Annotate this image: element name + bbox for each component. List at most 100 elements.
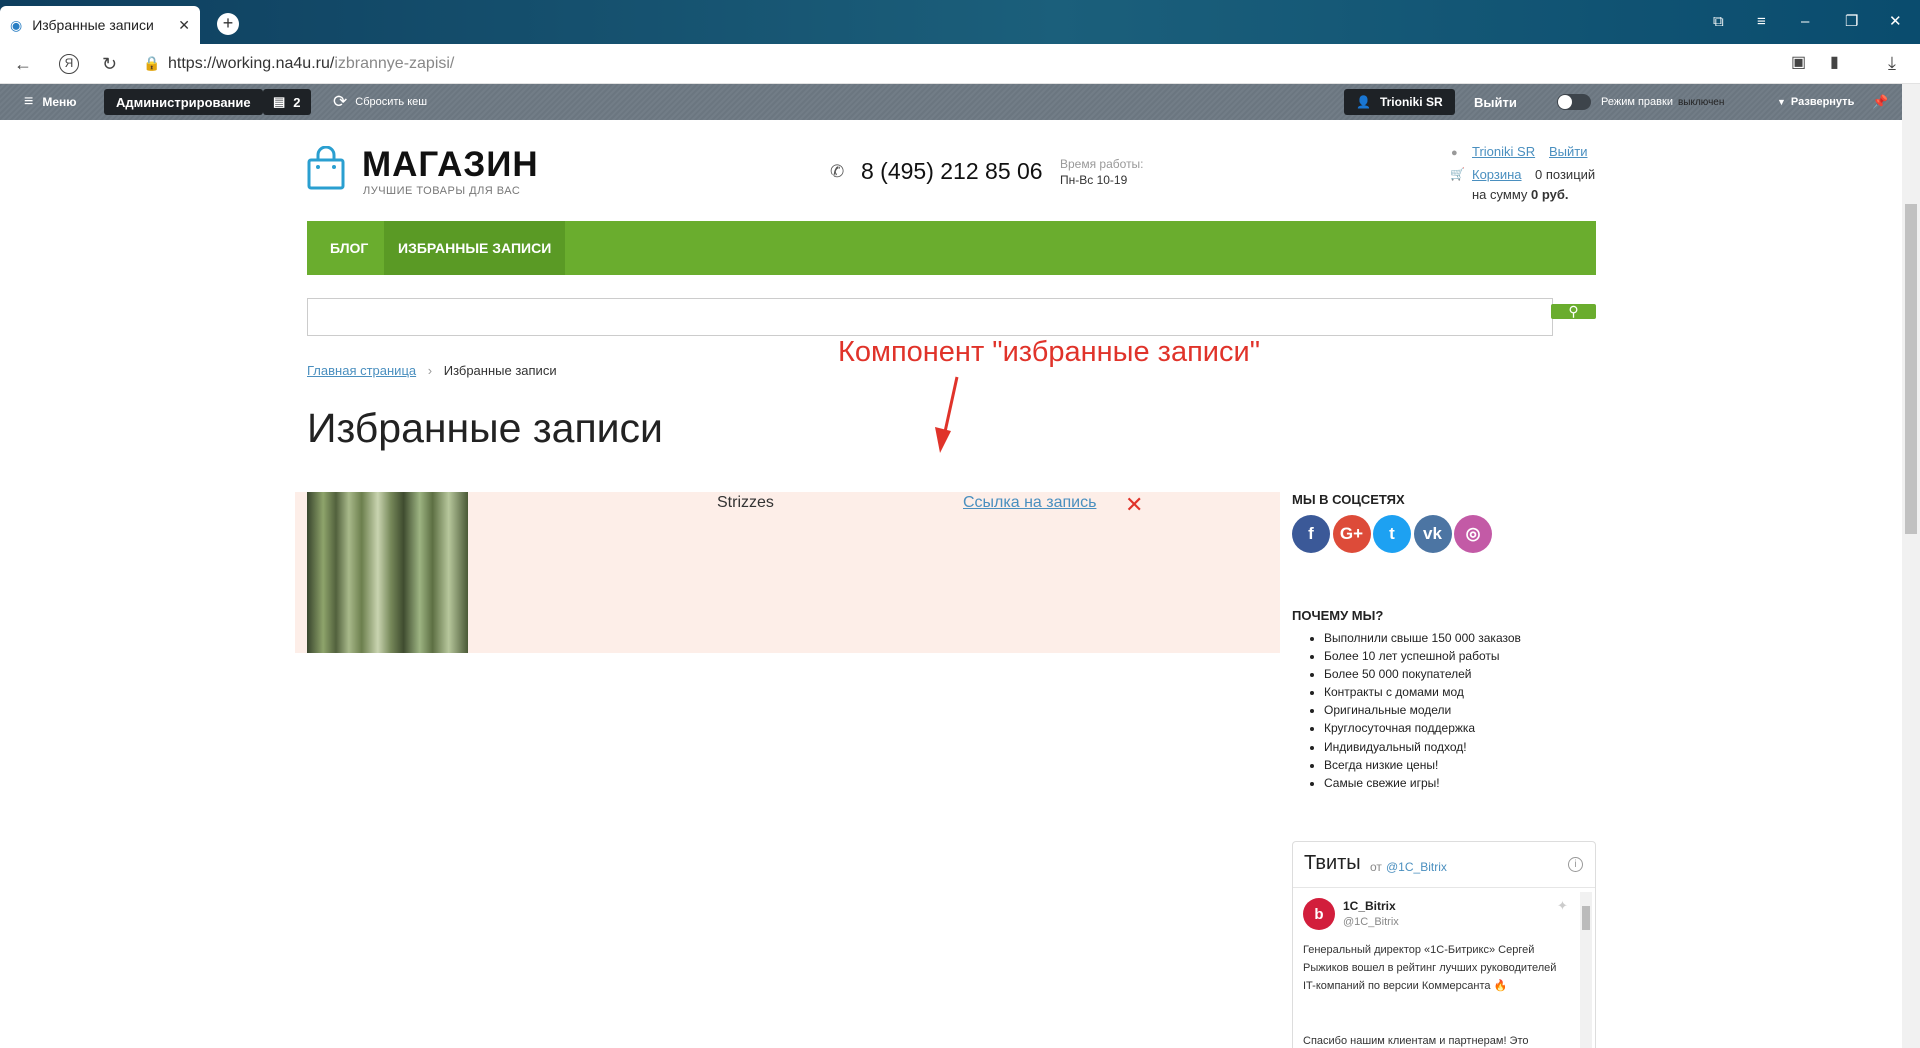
- reload-icon[interactable]: ↻: [102, 55, 117, 73]
- admin-panel: ≡ Меню Администрирование ▤ 2 ⟳ Сбросить …: [0, 84, 1920, 120]
- nav-item-blog[interactable]: БЛОГ: [316, 221, 382, 275]
- header-logout-link[interactable]: Выйти: [1549, 144, 1588, 159]
- chevron-down-icon: ▼: [1777, 97, 1786, 107]
- back-icon[interactable]: ←: [14, 55, 32, 73]
- page-scrollbar[interactable]: [1902, 84, 1920, 1048]
- facebook-icon[interactable]: f: [1292, 515, 1330, 553]
- url-field[interactable]: https://working.na4u.ru/izbrannye-zapisi…: [168, 55, 454, 73]
- phone-icon: ✆: [830, 162, 845, 181]
- why-item: Самые свежие игры!: [1324, 774, 1521, 792]
- admin-user-label: Trioniki SR: [1379, 95, 1443, 109]
- notifications-icon: ▤: [273, 94, 286, 109]
- favorite-thumbnail[interactable]: [307, 492, 468, 653]
- favorite-link[interactable]: Ссылка на запись: [963, 494, 1096, 512]
- close-tab-icon[interactable]: ✕: [178, 17, 190, 34]
- scrollbar-thumb[interactable]: [1905, 204, 1917, 534]
- annotation-arrow: [935, 376, 959, 453]
- administration-button[interactable]: Администрирование: [104, 89, 263, 115]
- tweets-header: Твиты от @1C_Bitrix i: [1293, 842, 1595, 888]
- search-icon: ⚲: [1568, 303, 1579, 319]
- why-item: Всегда низкие цены!: [1324, 756, 1521, 774]
- restore-icon[interactable]: ❐: [1845, 14, 1858, 29]
- nav-item-favorites[interactable]: ИЗБРАННЫЕ ЗАПИСИ: [384, 221, 566, 275]
- admin-menu-button[interactable]: ≡ Меню: [24, 84, 77, 120]
- tweets-handle-link[interactable]: @1C_Bitrix: [1386, 860, 1447, 874]
- admin-user-button[interactable]: 👤 Trioniki SR: [1344, 89, 1455, 115]
- breadcrumb-current: Избранные записи: [443, 363, 557, 378]
- yandex-icon[interactable]: Я: [59, 54, 79, 74]
- browser-tab[interactable]: ◉ Избранные записи ✕: [0, 6, 200, 44]
- why-item: Индивидуальный подход!: [1324, 738, 1521, 756]
- edit-mode-state: выключен: [1677, 96, 1725, 108]
- url-host: https://working.na4u.ru/: [168, 55, 335, 72]
- twitter-bird-icon[interactable]: ✦: [1557, 898, 1568, 914]
- bookmark-icon[interactable]: ▮: [1830, 55, 1839, 71]
- info-icon[interactable]: i: [1568, 857, 1583, 872]
- extension-icon[interactable]: ▣: [1791, 55, 1806, 71]
- tweet-text-continued: Спасибо нашим клиентам и партнерам! Это: [1303, 1035, 1529, 1047]
- hours-label: Время работы:: [1060, 157, 1144, 171]
- social-heading: МЫ В СОЦСЕТЯХ: [1292, 492, 1405, 507]
- tweets-from: от: [1370, 860, 1382, 874]
- why-item: Более 10 лет успешной работы: [1324, 647, 1521, 665]
- annotation-label: Компонент "избранные записи": [823, 336, 1276, 369]
- logo-title: МАГАЗИН: [362, 145, 539, 184]
- pin-icon[interactable]: 📌: [1872, 84, 1888, 120]
- tweet-author-handle[interactable]: @1C_Bitrix: [1343, 916, 1399, 928]
- cart-positions: 0 позиций: [1535, 167, 1596, 182]
- cart-link[interactable]: Корзина: [1472, 167, 1522, 182]
- tweets-widget: Твиты от @1C_Bitrix i b 1C_Bitrix @1C_Bi…: [1292, 841, 1596, 1048]
- lock-icon: 🔒: [143, 55, 161, 71]
- browser-tab-bar: ◉ Избранные записи ✕ + ⧉ ≡ – ❐ ✕: [0, 0, 1920, 44]
- address-bar: ← Я ↻ 🔒 https://working.na4u.ru/izbranny…: [0, 44, 1920, 84]
- twitter-icon[interactable]: t: [1373, 515, 1411, 553]
- edit-mode-toggle[interactable]: Режим правки выключен: [1557, 84, 1724, 120]
- why-item: Круглосуточная поддержка: [1324, 719, 1521, 737]
- favorite-name: Strizzes: [717, 494, 774, 511]
- minimize-icon[interactable]: –: [1801, 14, 1809, 29]
- why-item: Контракты с домами мод: [1324, 683, 1521, 701]
- phone-number[interactable]: 8 (495) 212 85 06: [861, 158, 1043, 185]
- logo-subtitle: ЛУЧШИЕ ТОВАРЫ ДЛЯ ВАС: [363, 185, 521, 197]
- instagram-icon[interactable]: ◎: [1454, 515, 1492, 553]
- tweets-title: Твиты: [1304, 852, 1361, 874]
- why-list: Выполнили свыше 150 000 заказовБолее 10 …: [1300, 629, 1521, 792]
- tweet-avatar[interactable]: b: [1303, 898, 1335, 930]
- reset-cache-label: Сбросить кеш: [355, 96, 428, 108]
- search-button[interactable]: ⚲: [1551, 303, 1596, 319]
- tweets-scrollbar[interactable]: [1580, 892, 1592, 1048]
- expand-label: Развернуть: [1790, 96, 1855, 108]
- header-user-link[interactable]: Trioniki SR: [1472, 144, 1535, 159]
- google-plus-icon[interactable]: G+: [1332, 515, 1371, 553]
- window-close-icon[interactable]: ✕: [1889, 14, 1902, 29]
- breadcrumb: Главная страница › Избранные записи: [307, 363, 557, 378]
- tweets-scrollbar-thumb[interactable]: [1582, 906, 1590, 930]
- why-item: Оригинальные модели: [1324, 701, 1521, 719]
- admin-logout-button[interactable]: Выйти: [1474, 84, 1517, 120]
- main-nav: БЛОГ ИЗБРАННЫЕ ЗАПИСИ: [307, 221, 1596, 275]
- cart-icon: 🛒: [1450, 167, 1465, 181]
- download-icon[interactable]: ⤓: [1888, 54, 1896, 72]
- toggle-switch-icon: [1557, 94, 1591, 110]
- edit-mode-label: Режим правки: [1601, 96, 1673, 108]
- search-input[interactable]: [307, 298, 1553, 336]
- cart-sum-prefix: на сумму: [1472, 187, 1528, 202]
- notifications-count: 2: [293, 94, 301, 110]
- breadcrumb-home-link[interactable]: Главная страница: [307, 363, 416, 378]
- reset-cache-button[interactable]: ⟳ Сбросить кеш: [333, 84, 427, 120]
- tabs-icon[interactable]: ⧉: [1713, 14, 1724, 29]
- vk-icon[interactable]: vk: [1413, 515, 1452, 553]
- hours-value: Пн-Вс 10-19: [1060, 173, 1128, 187]
- new-tab-button[interactable]: +: [217, 13, 239, 35]
- admin-menu-label: Меню: [42, 95, 77, 109]
- expand-button[interactable]: ▼ Развернуть: [1777, 84, 1854, 120]
- remove-favorite-icon[interactable]: ✕: [1125, 492, 1143, 518]
- cart-sum-value: 0 руб.: [1531, 187, 1569, 202]
- reset-cache-icon: ⟳: [333, 92, 348, 111]
- notifications-button[interactable]: ▤ 2: [263, 89, 311, 115]
- tweet-author-name[interactable]: 1C_Bitrix: [1343, 899, 1396, 913]
- user-icon: ●: [1451, 147, 1458, 159]
- tweet-text: Генеральный директор «1С-Битрикс» Сергей…: [1303, 944, 1557, 992]
- url-path: izbrannye-zapisi/: [334, 55, 455, 72]
- menu-icon[interactable]: ≡: [1757, 14, 1766, 29]
